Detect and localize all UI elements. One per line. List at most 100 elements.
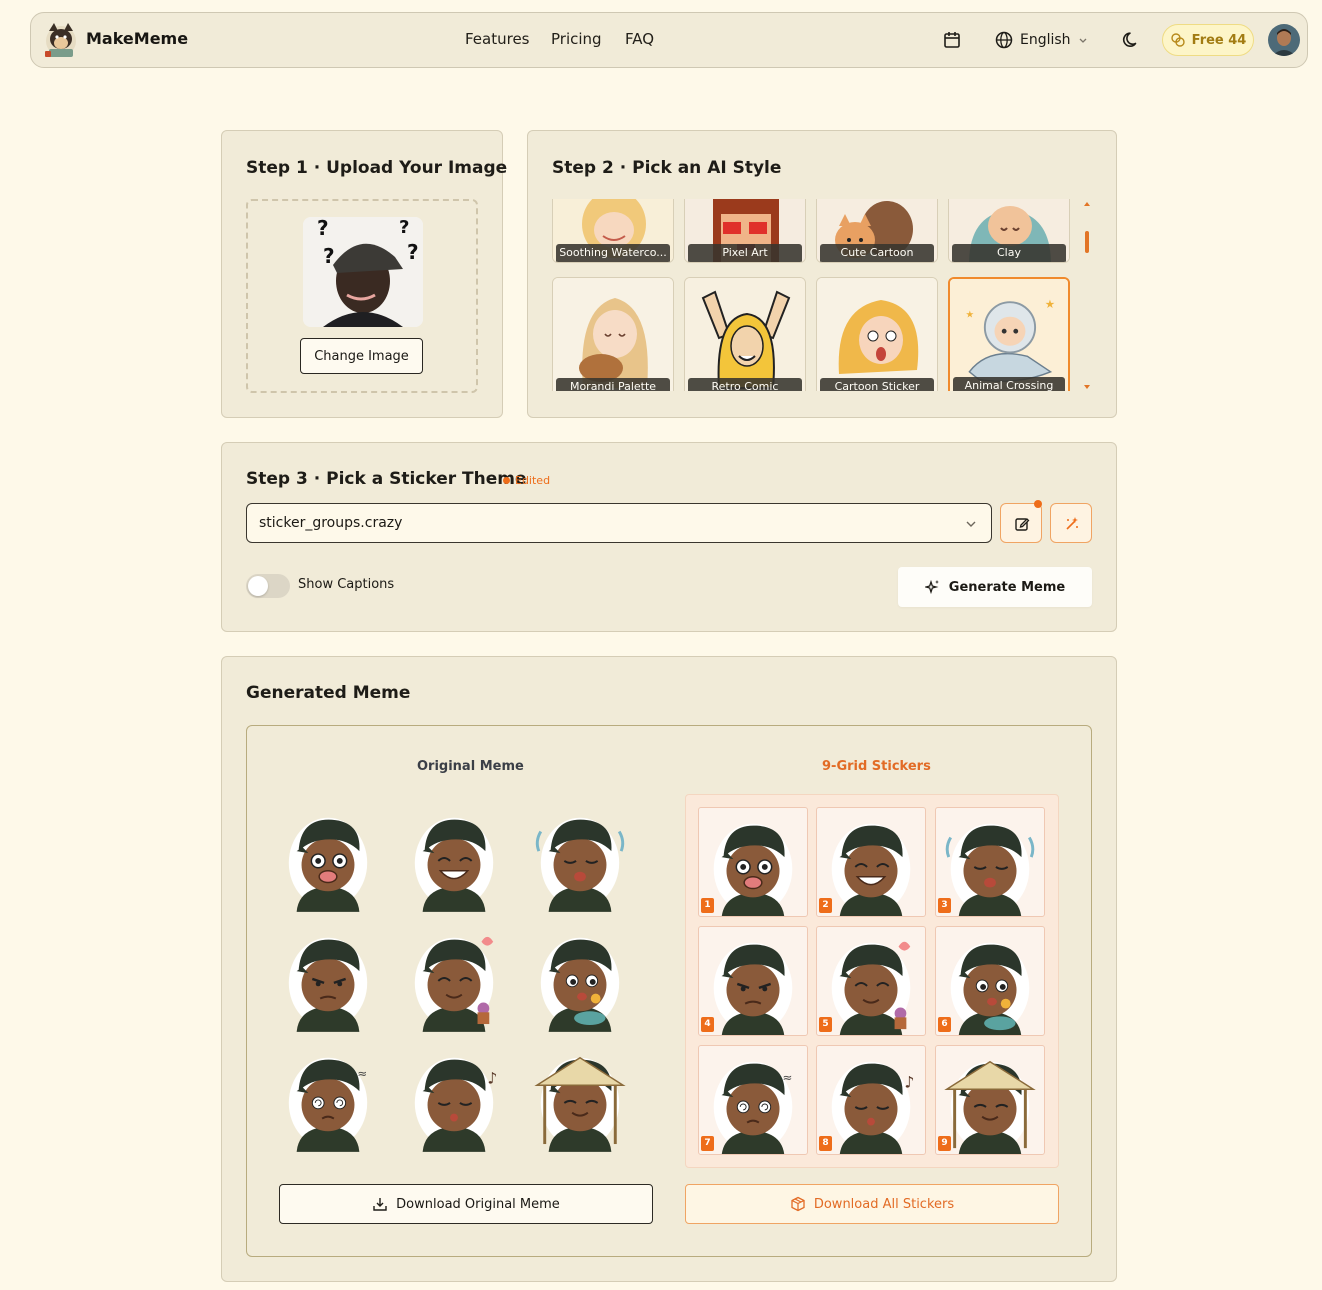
generate-meme-button[interactable]: Generate Meme [898,567,1092,607]
sticker-theme-select[interactable]: sticker_groups.crazy [246,503,992,543]
svg-text:★: ★ [1045,297,1055,311]
style-label: Cartoon Sticker [820,378,934,391]
calendar-icon[interactable] [942,30,962,50]
svg-text:?: ? [323,244,335,268]
brand-name[interactable]: MakeMeme [86,29,188,48]
style-tile-retro-comic[interactable]: Retro Comic [684,277,806,391]
original-sticker: ≈ [279,1042,377,1152]
edited-badge: Edited [503,474,550,487]
sticker-illustration [944,1060,1036,1154]
svg-text:♪: ♪ [487,1068,497,1087]
style-tile-animal-crossing[interactable]: ★ ★ Animal Crossing [948,277,1070,391]
credits-badge[interactable]: Free 44 [1162,24,1254,56]
magic-wand-button[interactable] [1050,503,1092,543]
sticker-number-badge: 9 [938,1136,951,1151]
svg-text:♪: ♪ [904,1072,914,1091]
style-tile-clay[interactable]: Clay [948,199,1070,263]
nine-grid-stickers: 1 2 3 4 5 6 ≈ 7 ♪ 8 9 [685,794,1059,1168]
sticker-illustration [950,942,1030,1035]
user-avatar[interactable] [1268,24,1300,56]
generated-meme-title: Generated Meme [246,683,411,703]
credits-label: Free 44 [1191,32,1247,48]
edit-pencil-icon [1015,518,1030,531]
sticker-illustration [713,942,793,1035]
sticker-illustration [540,937,620,1032]
style-tile-cute-cartoon[interactable]: Cute Cartoon [816,199,938,263]
morandi-preview [553,278,673,391]
svg-text:★: ★ [966,310,975,321]
grid-sticker-cell[interactable]: ♪ 8 [816,1045,926,1155]
download-original-label: Download Original Meme [396,1196,560,1212]
chevron-down-icon [966,521,976,527]
upload-dropzone[interactable]: ? ? ? ? Change Image [246,199,478,393]
style-tile-pixel-art[interactable]: Pixel Art [684,199,806,263]
sticker-illustration: ≈ [288,1057,367,1152]
grid-sticker-cell[interactable]: 2 [816,807,926,917]
original-sticker [531,922,629,1032]
change-image-button[interactable]: Change Image [300,338,423,374]
original-sticker [531,802,629,912]
style-tile-morandi-palette[interactable]: Morandi Palette [552,277,674,391]
grid-sticker-cell[interactable]: 1 [698,807,808,917]
sticker-illustration [534,1056,626,1152]
sticker-illustration [288,937,368,1032]
sticker-number-badge: 4 [701,1017,714,1032]
notification-dot-icon [1034,500,1042,508]
style-scrollbar[interactable] [1084,201,1090,391]
style-grid: Soothing Waterco... Pixel Art Cute Carto… [552,199,1082,391]
grid-sticker-cell[interactable]: 5 [816,926,926,1036]
nav-link-faq[interactable]: FAQ [625,30,654,48]
style-label: Soothing Waterco... [556,244,670,262]
chevron-down-icon [1079,38,1087,43]
edited-dot-icon [503,477,510,484]
grid-sticker-cell[interactable]: 6 [935,926,1045,1036]
download-all-label: Download All Stickers [813,1196,955,1212]
sticker-illustration [414,817,494,912]
style-tile-cartoon-sticker[interactable]: Cartoon Sticker [816,277,938,391]
sticker-number-badge: 2 [819,898,832,913]
nav-link-features[interactable]: Features [465,30,530,48]
step1-title: Step 1 · Upload Your Image [246,158,508,178]
globe-icon [995,31,1013,49]
style-label: Retro Comic [688,378,802,391]
package-icon [791,1196,805,1212]
step3-title: Step 3 · Pick a Sticker Theme [246,469,527,489]
download-all-stickers-button[interactable]: Download All Stickers [685,1184,1059,1224]
shiba-logo-icon[interactable] [43,21,79,59]
sticker-number-badge: 5 [819,1017,832,1032]
sticker-illustration [288,817,368,912]
sticker-illustration [414,936,494,1032]
original-sticker [279,802,377,912]
grid-sticker-cell[interactable]: 9 [935,1045,1045,1155]
grid-sticker-cell[interactable]: 3 [935,807,1045,917]
svg-text:≈: ≈ [357,1066,367,1080]
nav-link-pricing[interactable]: Pricing [551,30,602,48]
grid-sticker-cell[interactable]: 4 [698,926,808,1036]
download-icon [373,1198,387,1211]
coins-icon [1170,33,1185,47]
top-navbar: MakeMeme Features Pricing FAQ English Fr… [30,12,1308,68]
style-label: Clay [952,244,1066,262]
sticker-number-badge: 6 [938,1017,951,1032]
retro-comic-preview [685,278,805,391]
dark-mode-moon-icon[interactable] [1121,30,1141,50]
style-label: Pixel Art [688,244,802,262]
sticker-illustration: ♪ [831,1061,914,1154]
original-sticker [531,1042,629,1152]
svg-text:≈: ≈ [782,1070,792,1084]
sticker-number-badge: 1 [701,898,714,913]
download-original-button[interactable]: Download Original Meme [279,1184,653,1224]
show-captions-toggle[interactable] [246,574,290,598]
edit-theme-button[interactable] [1000,500,1042,543]
animal-crossing-preview: ★ ★ [950,279,1068,391]
svg-text:?: ? [317,217,329,240]
language-selector[interactable]: English [994,29,1089,51]
edited-badge-label: Edited [515,474,551,487]
step2-title: Step 2 · Pick an AI Style [552,158,782,178]
style-tile-watercolor[interactable]: Soothing Waterco... [552,199,674,263]
step1-card: Step 1 · Upload Your Image ? ? ? ? Chang… [221,130,507,418]
step2-card: Step 2 · Pick an AI Style Soothing Water… [527,130,1117,418]
result-panel: Original Meme 9-Grid Stickers ≈ ♪ 1 2 3 … [246,725,1092,1257]
grid-sticker-cell[interactable]: ≈ 7 [698,1045,808,1155]
sticker-illustration: ♪ [414,1057,497,1152]
